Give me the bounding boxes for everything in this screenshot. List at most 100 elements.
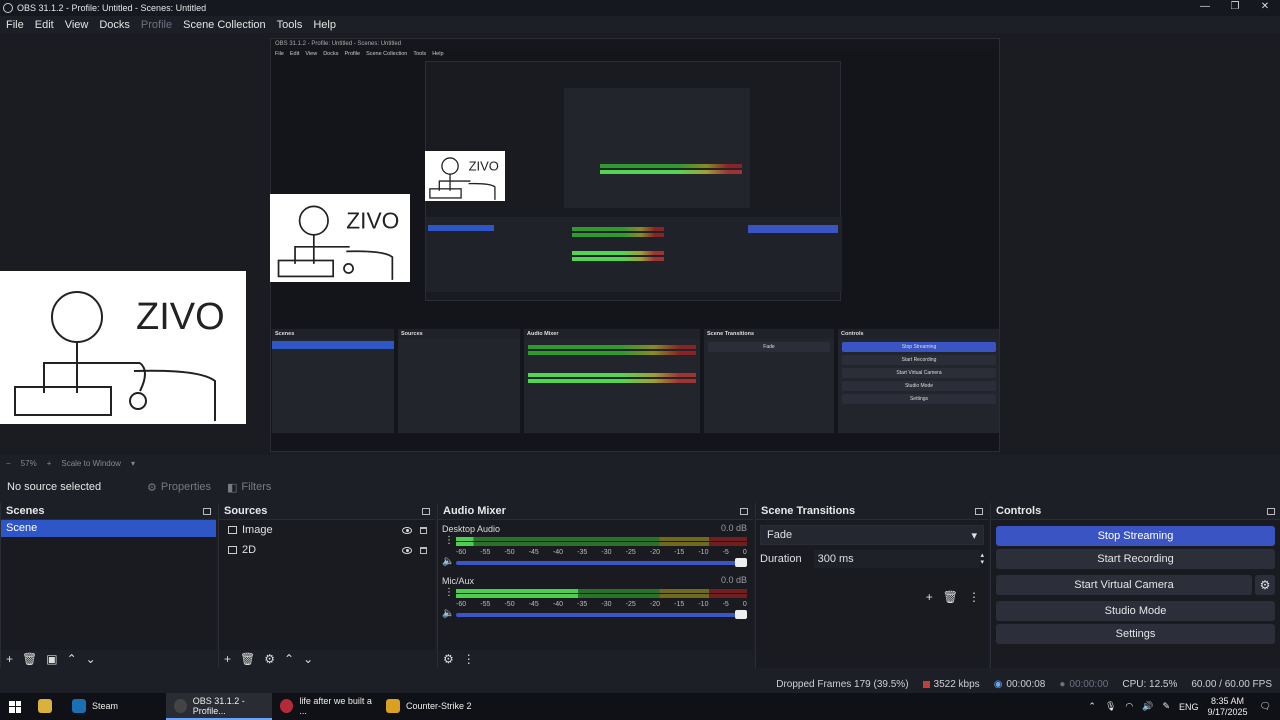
start-recording-button[interactable]: Start Recording — [996, 549, 1275, 569]
sketch-image-source[interactable]: ZIVO — [0, 271, 246, 424]
studio-mode-button[interactable]: Studio Mode — [996, 601, 1275, 621]
move-source-down-button[interactable]: ⌄ — [303, 652, 313, 666]
mixer-channel-mic-aux: Mic/Aux 0.0 dB ⋮ -60 -55 -50 -45 -40 -35 -30 -2… — [438, 575, 753, 627]
scene-item[interactable]: Scene — [1, 520, 216, 537]
volume-meter — [456, 537, 747, 547]
meter-tick-label: -25 — [625, 549, 636, 556]
stop-streaming-button[interactable]: Stop Streaming — [996, 526, 1275, 546]
source-item-image[interactable]: Image — [219, 520, 435, 540]
volume-slider-handle[interactable] — [735, 558, 747, 567]
remove-source-button[interactable]: 🗑 — [240, 652, 255, 666]
menu-view[interactable]: View — [65, 19, 89, 31]
taskbar: Steam OBS 31.1.2 - Profile... life after… — [0, 693, 1280, 720]
move-scene-down-button[interactable]: ⌄ — [86, 652, 96, 666]
start-button[interactable] — [0, 693, 30, 720]
move-source-up-button[interactable]: ⌃ — [284, 652, 294, 666]
filters-button[interactable]: ◧ Filters — [227, 481, 271, 494]
add-transition-button[interactable]: + — [926, 590, 933, 604]
channel-db: 0.0 dB — [720, 523, 747, 533]
menu-help[interactable]: Help — [313, 19, 336, 31]
speaker-icon[interactable]: 🔈 — [442, 556, 454, 567]
wifi-icon[interactable]: ◠ — [1125, 701, 1133, 712]
spin-arrows-icon[interactable]: ▴ ▾ — [980, 552, 984, 566]
scene-filters-button[interactable]: ▣ — [46, 652, 57, 666]
dock-float-icon[interactable] — [975, 507, 983, 515]
taskbar-app-browser[interactable]: life after we built a ... — [272, 693, 378, 720]
pen-icon[interactable]: ✎ — [1162, 701, 1170, 712]
dock-float-icon[interactable] — [1267, 507, 1275, 515]
taskbar-app-steam[interactable]: Steam — [64, 693, 166, 720]
meter-tick-label: 0 — [742, 601, 747, 608]
mixer-channel-desktop-audio: Desktop Audio 0.0 dB ⋮ -60 -55 -50 -45 -40 -3… — [438, 523, 753, 575]
close-button[interactable]: ✕ — [1250, 0, 1280, 16]
dock-float-icon[interactable] — [422, 507, 430, 515]
maximize-button[interactable]: ❐ — [1220, 0, 1250, 16]
controls-title: Controls — [996, 505, 1042, 517]
add-scene-button[interactable]: + — [6, 652, 13, 666]
clock[interactable]: 8:35 AM 9/17/2025 — [1208, 696, 1248, 718]
remove-scene-button[interactable]: 🗑 — [22, 652, 37, 666]
zoom-in-button[interactable]: + — [47, 459, 52, 468]
captured-menu: File Edit View Docks Profile Scene Collection… — [275, 51, 444, 57]
volume-slider[interactable] — [456, 610, 747, 619]
source-item-2d[interactable]: 2D — [219, 540, 435, 560]
dock-float-icon[interactable] — [203, 507, 211, 515]
advanced-audio-icon[interactable]: ⚙ — [443, 652, 454, 666]
speaker-icon[interactable]: 🔈 — [442, 608, 454, 619]
window-controls: — ❐ ✕ — [1190, 0, 1280, 16]
svg-text:ZIVO: ZIVO — [469, 159, 499, 174]
source-toolbar: No source selected ⚙ Properties ◧ Filters — [0, 474, 1280, 500]
duration-spinbox[interactable]: 300 ms — [813, 550, 981, 568]
volume-slider-handle[interactable] — [735, 610, 747, 619]
mixer-menu-icon[interactable]: ⋮ — [463, 652, 475, 666]
menu-edit[interactable]: Edit — [35, 19, 54, 31]
visibility-eye-icon[interactable] — [402, 546, 412, 554]
transition-select[interactable]: Fade ▾ — [760, 525, 984, 545]
source-properties-button[interactable]: ⚙ — [264, 652, 275, 666]
inner-sketch-image: ZIVO — [425, 151, 505, 201]
menu-scene-collection[interactable]: Scene Collection — [183, 19, 266, 31]
meter-tick-label: -55 — [480, 601, 491, 608]
lock-icon[interactable] — [420, 526, 427, 534]
bitrate: 3522 kbps — [922, 679, 980, 690]
lock-icon[interactable] — [420, 546, 427, 554]
taskbar-app-counter-strike[interactable]: Counter-Strike 2 — [378, 693, 488, 720]
volume-icon[interactable]: 🔊 — [1142, 701, 1153, 712]
properties-button[interactable]: ⚙ Properties — [147, 481, 211, 494]
channel-menu-icon[interactable]: ⋮ — [444, 588, 454, 598]
language-indicator[interactable]: ENG — [1179, 702, 1199, 712]
cpu-usage: CPU: 12.5% — [1122, 678, 1178, 690]
visibility-eye-icon[interactable] — [402, 526, 412, 534]
notification-icon[interactable]: 🗨 — [1260, 701, 1271, 712]
chevron-down-icon[interactable]: ▾ — [131, 459, 135, 468]
audio-mixer-dock: Audio Mixer Desktop Audio 0.0 dB ⋮ -60 -5… — [437, 503, 753, 668]
dock-float-icon[interactable] — [740, 507, 748, 515]
menu-profile: Profile — [140, 18, 173, 31]
status-bar: Dropped Frames 179 (39.5%) 3522 kbps ◉ 00… — [0, 675, 1280, 693]
remove-transition-button[interactable]: 🗑 — [943, 590, 958, 604]
meter-tick-label: -40 — [552, 549, 564, 556]
zoom-out-button[interactable]: − — [6, 459, 11, 468]
move-scene-up-button[interactable]: ⌃ — [67, 652, 77, 666]
minimize-button[interactable]: — — [1190, 0, 1220, 16]
volume-slider[interactable] — [456, 558, 747, 567]
duration-row: Duration 300 ms ▴ ▾ — [760, 550, 984, 568]
meter-tick-label: -25 — [625, 601, 636, 608]
dropped-frames: Dropped Frames 179 (39.5%) — [776, 678, 909, 690]
scale-mode[interactable]: Scale to Window — [61, 459, 121, 468]
zoom-bar: − 57% + Scale to Window ▾ — [0, 455, 1280, 471]
menu-docks[interactable]: Docks — [99, 19, 130, 31]
start-virtual-camera-button[interactable]: Start Virtual Camera — [996, 575, 1252, 595]
chevron-up-icon[interactable]: ⌃ — [1088, 701, 1096, 712]
settings-button[interactable]: Settings — [996, 624, 1275, 644]
microphone-icon[interactable]: 🎙 — [1105, 701, 1116, 712]
captured-title: OBS 31.1.2 - Profile: Untitled - Scenes:… — [271, 39, 999, 49]
menu-tools[interactable]: Tools — [277, 19, 303, 31]
add-source-button[interactable]: + — [224, 652, 231, 666]
file-explorer-button[interactable] — [30, 693, 64, 720]
virtual-camera-settings-gear-icon[interactable]: ⚙ — [1255, 575, 1275, 595]
transition-menu-icon[interactable]: ⋮ — [968, 590, 980, 604]
channel-menu-icon[interactable]: ⋮ — [444, 536, 454, 546]
taskbar-app-obs[interactable]: OBS 31.1.2 - Profile... — [166, 693, 272, 720]
menu-file[interactable]: File — [6, 19, 24, 31]
